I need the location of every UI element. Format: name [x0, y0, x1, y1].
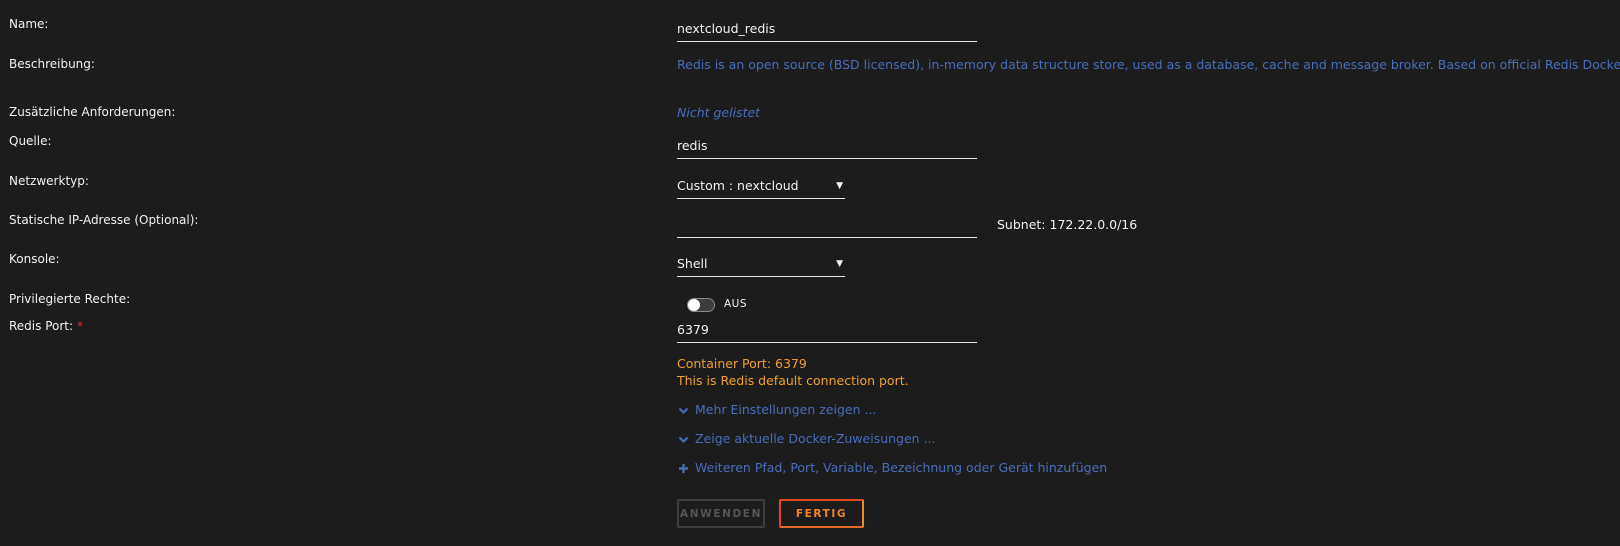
apply-button[interactable]: ANWENDEN	[677, 499, 765, 528]
subnet-info: Subnet: 172.22.0.0/16	[997, 217, 1138, 232]
dropdown-arrow-icon: ▼	[836, 259, 843, 269]
description-text: Redis is an open source (BSD licensed), …	[677, 57, 1620, 72]
privileged-state: AUS	[724, 298, 748, 310]
static-ip-label: Statische IP-Adresse (Optional):	[9, 213, 199, 227]
static-ip-input[interactable]	[677, 215, 977, 238]
network-type-select[interactable]: Custom : nextcloud ▼	[677, 176, 845, 199]
network-type-value: Custom : nextcloud	[677, 178, 799, 193]
privileged-label: Privilegierte Rechte:	[9, 292, 131, 306]
description-label: Beschreibung:	[9, 57, 95, 71]
redis-port-hint: This is Redis default connection port.	[677, 373, 909, 388]
more-settings-link[interactable]: Mehr Einstellungen zeigen ...	[678, 402, 876, 417]
privileged-toggle[interactable]	[687, 298, 715, 312]
redis-port-label: Redis Port: *	[9, 319, 83, 333]
source-input[interactable]: redis	[677, 136, 977, 159]
chevron-down-icon	[678, 407, 689, 415]
docker-assignments-link[interactable]: Zeige aktuelle Docker-Zuweisungen ...	[678, 431, 936, 446]
done-button[interactable]: FERTIG	[779, 499, 864, 528]
console-select[interactable]: Shell ▼	[677, 254, 845, 277]
plus-icon	[679, 464, 688, 473]
dropdown-arrow-icon: ▼	[836, 181, 843, 191]
add-item-link[interactable]: Weiteren Pfad, Port, Variable, Bezeichnu…	[678, 460, 1107, 475]
add-item-text: Weiteren Pfad, Port, Variable, Bezeichnu…	[695, 460, 1108, 475]
toggle-knob	[688, 299, 700, 311]
more-settings-text: Mehr Einstellungen zeigen ...	[695, 402, 877, 417]
console-value: Shell	[677, 256, 708, 271]
requirements-label: Zusätzliche Anforderungen:	[9, 105, 176, 119]
docker-container-settings-page: Name: nextcloud_redis Beschreibung: Redi…	[0, 0, 1620, 546]
required-marker: *	[77, 319, 84, 333]
network-type-label: Netzwerktyp:	[9, 174, 89, 188]
source-label: Quelle:	[9, 134, 52, 148]
docker-assignments-text: Zeige aktuelle Docker-Zuweisungen ...	[695, 431, 936, 446]
name-label: Name:	[9, 17, 49, 31]
console-label: Konsole:	[9, 252, 60, 266]
chevron-down-icon	[678, 436, 689, 444]
name-input[interactable]: nextcloud_redis	[677, 19, 977, 42]
redis-port-label-text: Redis Port:	[9, 319, 74, 333]
requirements-value: Nicht gelistet	[677, 105, 761, 120]
redis-port-input[interactable]: 6379	[677, 320, 977, 343]
container-port-info: Container Port: 6379	[677, 356, 807, 371]
